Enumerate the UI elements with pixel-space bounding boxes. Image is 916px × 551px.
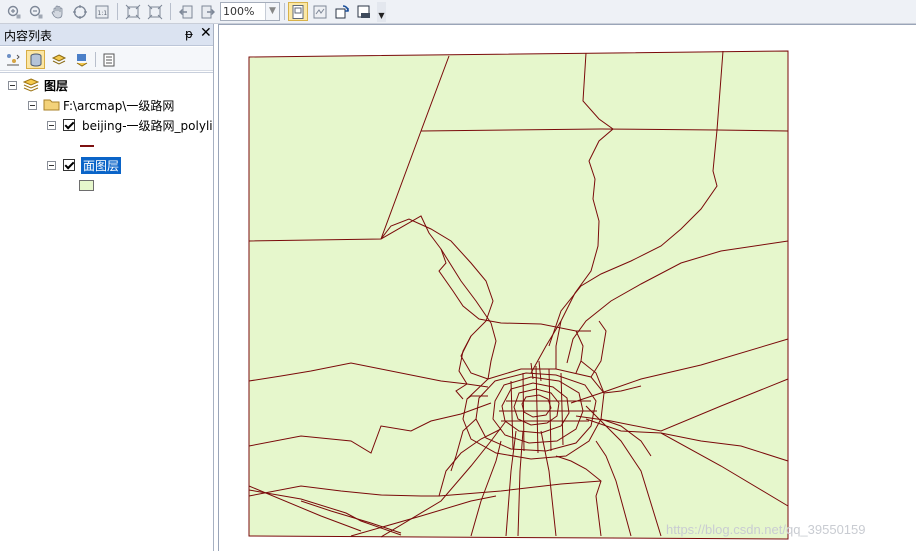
pan-icon[interactable] <box>48 2 68 21</box>
layer1-visibility-checkbox[interactable] <box>63 119 75 131</box>
zoom-whole-page2-icon[interactable] <box>145 2 165 21</box>
layer1-label[interactable]: beijing-一级路网_polyli <box>82 117 213 134</box>
toc-title: 内容列表 <box>4 29 53 43</box>
zoom-in-fixed-icon[interactable] <box>4 2 24 21</box>
svg-text:1:1: 1:1 <box>98 10 108 17</box>
road-network-map[interactable] <box>219 25 916 551</box>
page-layout-icon[interactable] <box>288 2 308 21</box>
map-toolbar: 1:1 100% ▼ ▼ <box>0 0 916 24</box>
pin-icon[interactable]: ᵽ <box>185 27 193 41</box>
collapse-layer1-icon[interactable] <box>47 121 56 130</box>
list-by-selection-icon[interactable] <box>72 50 91 69</box>
zoom-level-select[interactable]: 100% ▼ <box>220 2 280 21</box>
chevron-down-icon[interactable]: ▼ <box>265 3 279 20</box>
folder-label[interactable]: F:\arcmap\一级路网 <box>63 97 174 114</box>
layers-icon <box>22 78 40 92</box>
list-by-visibility-icon[interactable] <box>49 50 68 69</box>
layers-root-label[interactable]: 图层 <box>44 77 68 94</box>
list-by-source-icon[interactable] <box>26 50 45 69</box>
list-by-drawing-order-icon[interactable] <box>3 50 22 69</box>
data-view-icon[interactable] <box>310 2 330 21</box>
watermark-text: https://blog.csdn.net/qq_39550159 <box>666 522 866 537</box>
zoom-level-value: 100% <box>223 5 255 18</box>
layer2-label[interactable]: 面图层 <box>81 157 122 174</box>
folder-icon <box>43 97 60 111</box>
toc-header: 内容列表 ᵽ ✕ <box>0 24 213 46</box>
map-display[interactable] <box>218 24 916 551</box>
table-of-contents-panel: 内容列表 ᵽ ✕ 图层 F:\arcmap\一级路网 beijing-一级路网_… <box>0 24 214 551</box>
toc-toolbar <box>0 47 213 71</box>
focus-data-frame-icon[interactable] <box>354 2 374 21</box>
collapse-layer2-icon[interactable] <box>47 161 56 170</box>
options-icon[interactable] <box>99 50 118 69</box>
zoom-100-icon[interactable]: 1:1 <box>92 2 112 21</box>
polygon-fill-symbol[interactable] <box>79 180 94 191</box>
zoom-whole-page-icon[interactable] <box>123 2 143 21</box>
refresh-icon[interactable] <box>332 2 352 21</box>
full-extent-icon[interactable] <box>70 2 90 21</box>
collapse-folder-icon[interactable] <box>28 101 37 110</box>
close-icon[interactable]: ✕ <box>200 25 212 41</box>
forward-extent-icon[interactable] <box>198 2 218 21</box>
back-extent-icon[interactable] <box>176 2 196 21</box>
layer2-visibility-checkbox[interactable] <box>63 159 75 171</box>
collapse-layers-icon[interactable] <box>8 81 17 90</box>
road-line-symbol[interactable] <box>80 145 94 147</box>
zoom-out-fixed-icon[interactable] <box>26 2 46 21</box>
polygon-layer-shape <box>248 50 789 540</box>
layer-tree: 图层 F:\arcmap\一级路网 beijing-一级路网_polyli 面图… <box>0 72 213 551</box>
toolbar-overflow-icon[interactable]: ▼ <box>377 2 386 22</box>
